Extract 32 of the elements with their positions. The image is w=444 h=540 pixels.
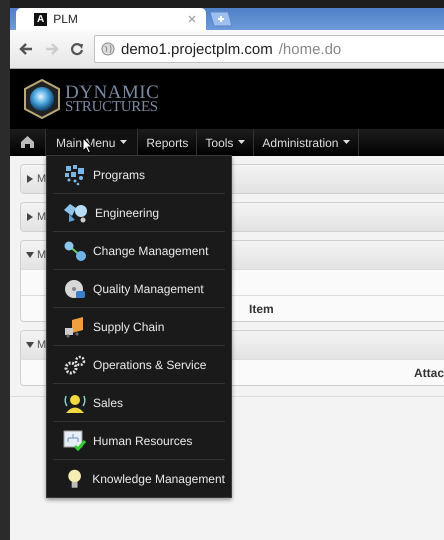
logo-text: STRUCTURES [65,100,159,114]
browser-tab[interactable]: A PLM [16,8,206,30]
connected-nodes-icon [63,240,87,262]
gears-icon [63,354,87,376]
disc-icon [63,278,87,300]
globe-icon [101,42,115,56]
menu-item[interactable]: Sales [53,383,225,421]
new-tab-button[interactable] [208,11,234,27]
nav-menu-item[interactable]: Administration [254,129,360,156]
favicon: A [34,12,48,26]
collapse-icon[interactable] [26,251,34,259]
menu-item[interactable]: Knowledge Management [53,459,225,497]
reload-icon[interactable] [70,42,84,56]
back-icon[interactable] [18,42,34,56]
shapes-icon [63,202,89,224]
menu-item[interactable]: Supply Chain [53,307,225,345]
tab-title: PLM [53,12,79,26]
expand-icon[interactable] [26,175,34,183]
menu-item[interactable]: Engineering [53,193,225,231]
address-field[interactable]: demo1.projectplm.com /home.do [94,35,444,63]
menu-item[interactable]: Quality Management [53,269,225,307]
column-header: Item [249,302,274,316]
column-header: Attac [414,366,444,380]
menu-item[interactable]: Human Resources [53,421,225,459]
menu-item[interactable]: Change Management [53,231,225,269]
org-chart-icon [63,430,87,452]
hexagon-logo-icon [23,79,61,119]
expand-icon[interactable] [26,213,34,221]
menu-item[interactable]: Operations & Service [53,345,225,383]
dots-icon [63,164,87,186]
collapse-icon[interactable] [26,341,34,349]
logo-text: DYNAMIC [65,84,160,101]
